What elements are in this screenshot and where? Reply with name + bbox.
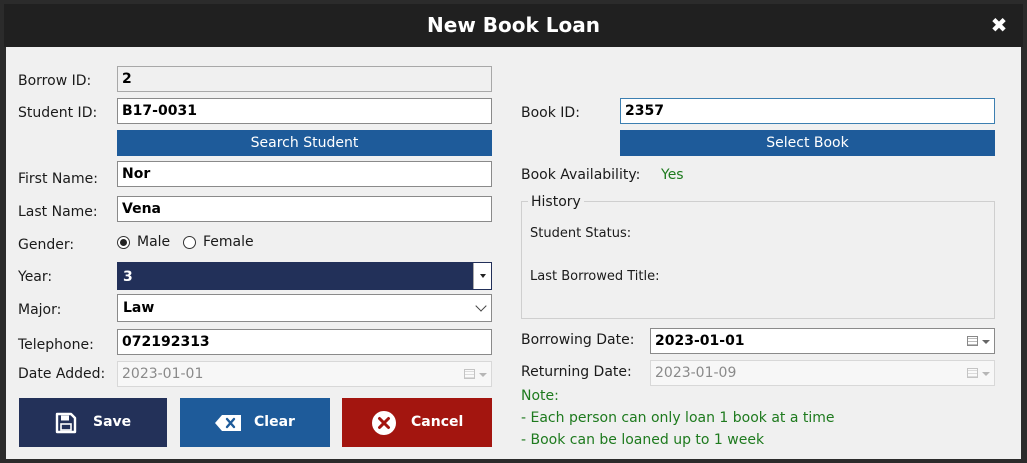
chevron-down-icon: [475, 300, 487, 312]
first-name-label: First Name:: [18, 171, 98, 187]
major-select[interactable]: Law: [117, 294, 492, 322]
student-status-label: Student Status:: [530, 226, 632, 241]
select-book-button[interactable]: Select Book: [620, 130, 995, 156]
caret-down-icon: [982, 372, 990, 376]
radio-selected-dot: [120, 239, 127, 246]
x-circle-icon: [372, 411, 396, 435]
calendar-icon[interactable]: [967, 336, 978, 346]
book-availability-label: Book Availability:: [521, 167, 641, 183]
last-borrowed-title-label: Last Borrowed Title:: [530, 269, 660, 284]
search-student-button[interactable]: Search Student: [117, 130, 492, 156]
title-bar: New Book Loan ✖: [4, 4, 1023, 47]
clear-label: Clear: [254, 414, 295, 430]
gender-female-radio[interactable]: [183, 236, 196, 249]
backspace-icon: [215, 415, 241, 431]
gender-male-radio[interactable]: [117, 236, 130, 249]
book-id-label: Book ID:: [521, 105, 580, 121]
student-id-label: Student ID:: [18, 105, 98, 121]
returning-date-picker: 2023-01-09: [650, 360, 995, 386]
year-select[interactable]: 3: [117, 262, 492, 290]
student-id-field[interactable]: B17-0031: [117, 98, 492, 124]
note-line-2: - Book can be loaned up to 1 week: [521, 432, 765, 448]
major-label: Major:: [18, 302, 62, 318]
date-added-picker: 2023-01-01: [117, 361, 492, 387]
dialog-title: New Book Loan: [427, 13, 600, 37]
first-name-field[interactable]: Nor: [117, 161, 492, 187]
date-added-value: 2023-01-01: [122, 366, 204, 382]
borrowing-date-picker[interactable]: 2023-01-01: [650, 328, 995, 354]
save-button[interactable]: Save: [19, 398, 167, 447]
date-added-label: Date Added:: [18, 366, 106, 382]
book-availability-value: Yes: [661, 167, 684, 183]
major-value: Law: [123, 300, 155, 316]
save-label: Save: [93, 414, 132, 430]
gender-female-label[interactable]: Female: [203, 234, 254, 250]
returning-date-value: 2023-01-09: [655, 365, 737, 381]
returning-date-label: Returning Date:: [521, 364, 632, 380]
year-value: 3: [123, 269, 133, 285]
floppy-disk-icon: [55, 412, 77, 434]
last-name-field[interactable]: Vena: [117, 196, 492, 222]
borrowing-date-value: 2023-01-01: [655, 333, 745, 349]
gender-label: Gender:: [18, 237, 75, 253]
telephone-field[interactable]: 072192313: [117, 329, 492, 355]
borrow-id-label: Borrow ID:: [18, 73, 92, 89]
dropdown-arrow-icon[interactable]: [473, 263, 491, 289]
cancel-label: Cancel: [411, 414, 464, 430]
caret-down-icon[interactable]: [982, 340, 990, 344]
cancel-button[interactable]: Cancel: [342, 398, 492, 447]
dialog-window: New Book Loan ✖ Borrow ID: 2 Student ID:…: [0, 0, 1027, 463]
caret-down-icon: [479, 373, 487, 377]
year-label: Year:: [18, 269, 53, 285]
book-id-field[interactable]: 2357: [620, 98, 995, 124]
note-title: Note:: [521, 388, 559, 404]
calendar-icon: [464, 369, 475, 379]
note-line-1: - Each person can only loan 1 book at a …: [521, 410, 835, 426]
last-name-label: Last Name:: [18, 204, 98, 220]
close-icon[interactable]: ✖: [989, 15, 1009, 35]
history-group: History Student Status: Last Borrowed Ti…: [521, 194, 995, 319]
history-title: History: [528, 194, 584, 210]
form-content: Borrow ID: 2 Student ID: B17-0031 Search…: [6, 47, 1021, 459]
gender-male-label[interactable]: Male: [137, 234, 170, 250]
calendar-icon: [967, 368, 978, 378]
borrow-id-field: 2: [117, 66, 492, 92]
clear-button[interactable]: Clear: [180, 398, 330, 447]
telephone-label: Telephone:: [18, 337, 94, 353]
borrowing-date-label: Borrowing Date:: [521, 332, 635, 348]
